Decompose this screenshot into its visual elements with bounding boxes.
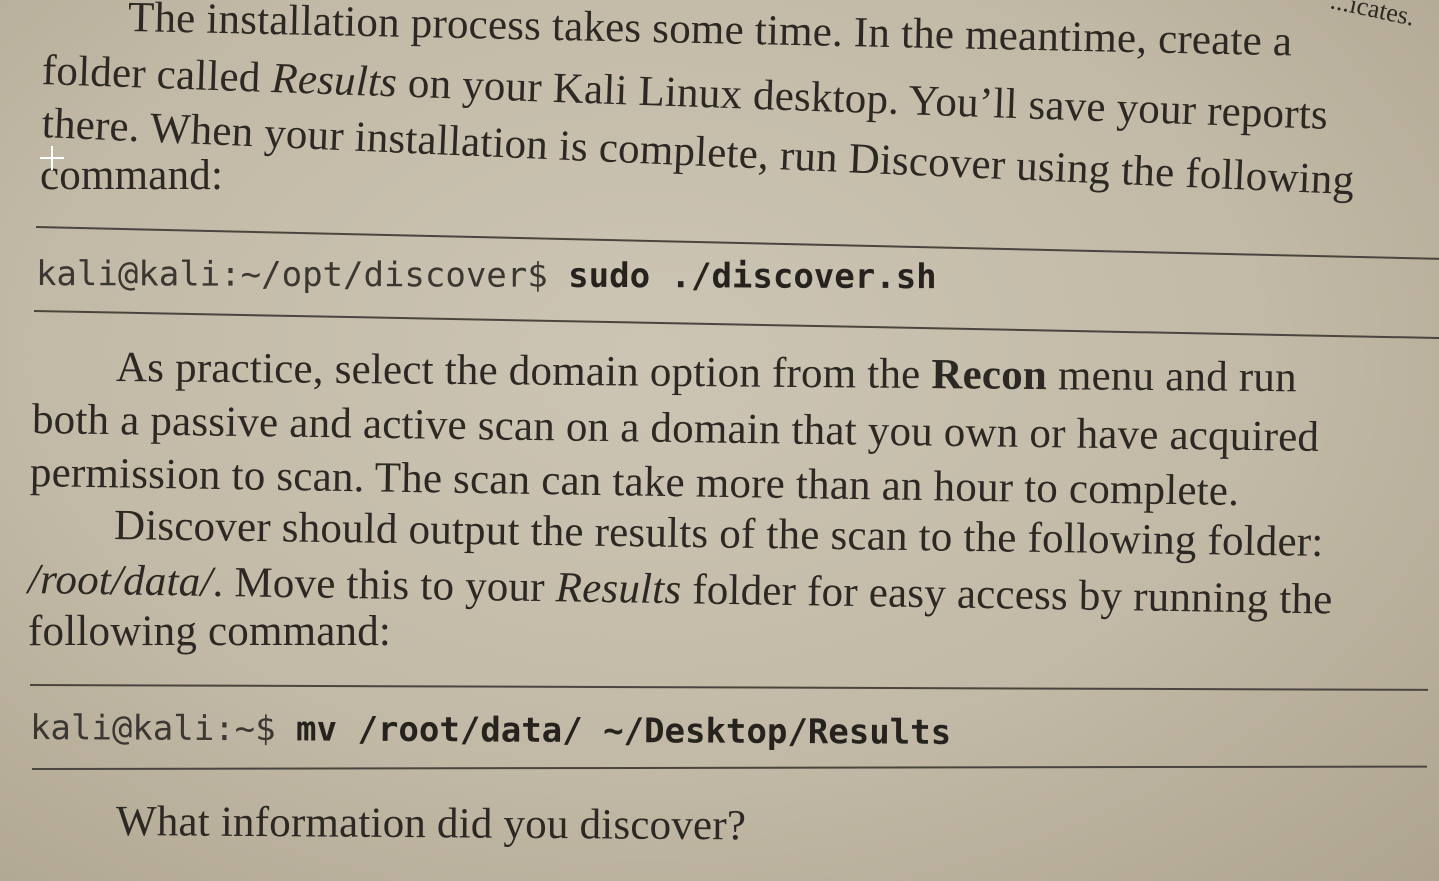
results-folder-name: Results <box>270 55 398 107</box>
code-rule-bottom <box>33 310 1439 340</box>
code-rule-top <box>29 684 1428 691</box>
shell-prompt: kali@kali:~/opt/discover$ <box>35 254 569 296</box>
paragraph-line: command: <box>40 152 224 199</box>
paragraph-line: As practice, select the domain option fr… <box>115 344 1298 402</box>
question-text: What information did you discover? <box>115 798 747 850</box>
book-page: ...icates. The installation process take… <box>0 0 1439 881</box>
results-folder-name: Results <box>555 564 682 614</box>
recon-menu-name: Recon <box>931 351 1048 400</box>
crosshair-icon <box>40 146 64 170</box>
code-block-move-results: kali@kali:~$ mv /root/data/ ~/Desktop/Re… <box>30 706 951 755</box>
page-edge-fragment: ...icates. <box>1328 0 1418 32</box>
code-rule-bottom <box>31 765 1427 770</box>
shell-command: sudo ./discover.sh <box>568 255 937 298</box>
shell-prompt: kali@kali:~$ <box>29 708 297 750</box>
paragraph-line: following command: <box>28 608 392 655</box>
data-folder-path: /root/data/ <box>27 556 213 606</box>
code-block-discover: kali@kali:~/opt/discover$ sudo ./discove… <box>36 252 937 299</box>
shell-command: mv /root/data/ ~/Desktop/Results <box>296 709 952 753</box>
